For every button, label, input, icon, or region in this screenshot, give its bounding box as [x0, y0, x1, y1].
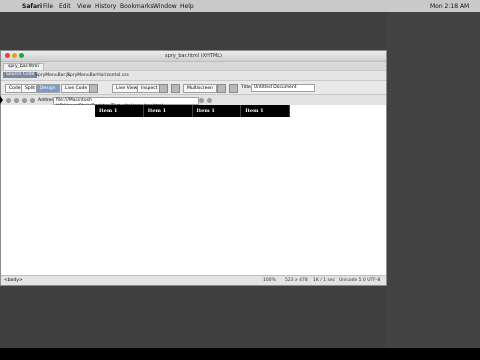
desktop-background	[386, 12, 480, 348]
document-tabs: spry_bar.html	[1, 61, 386, 70]
stop-icon[interactable]	[22, 98, 27, 103]
status-bar: <body> 100% 523 x 478 1K / 1 sec Unicode…	[1, 275, 386, 285]
encoding: Unicode 5.0 UTF-8	[339, 278, 381, 283]
home-icon[interactable]	[30, 98, 35, 103]
mac-menu-bar: Safari File Edit View History Bookmarks …	[0, 0, 480, 12]
clock: Mon 2:18 AM	[430, 3, 470, 10]
inspect-button[interactable]: Inspect	[137, 84, 162, 93]
related-files-bar: Source Code SpryMenuBar.js SpryMenuBarHo…	[1, 70, 386, 80]
spry-menu-bar[interactable]: Item 1 Item 1 Item 1 Item 1	[95, 105, 290, 117]
file-size: 1K / 1 sec	[313, 278, 336, 283]
check-page-icon[interactable]	[89, 84, 98, 93]
document-tab[interactable]: spry_bar.html	[3, 63, 44, 70]
related-file-js[interactable]: SpryMenuBar.js	[35, 73, 70, 78]
tag-selector[interactable]: <body>	[4, 278, 23, 283]
visual-aids-icon[interactable]	[229, 84, 238, 93]
window-title: spry_bar.html (XHTML)	[165, 53, 222, 59]
dreamweaver-window: spry_bar.html (XHTML) spry_bar.html Sour…	[0, 50, 387, 286]
mouse-pointer-icon	[0, 96, 3, 104]
menu-bar-item-4[interactable]: Item 1	[241, 105, 290, 117]
menu-help[interactable]: Help	[180, 3, 194, 10]
menu-history[interactable]: History	[95, 3, 116, 10]
forward-icon[interactable]	[14, 98, 19, 103]
back-icon[interactable]	[6, 98, 11, 103]
document-title-input[interactable]: Untitled Document	[251, 84, 315, 92]
menu-bar-item-1[interactable]: Item 1	[95, 105, 144, 117]
document-toolbar: Code Split Design Live Code Live View In…	[1, 80, 386, 94]
source-code-button[interactable]: Source Code	[3, 72, 38, 78]
menu-edit[interactable]: Edit	[59, 3, 71, 10]
design-view-canvas[interactable]: Item 1 Item 1 Item 1 Item 1	[1, 105, 386, 275]
design-view-button[interactable]: Design	[36, 84, 60, 93]
file-management-icon[interactable]	[171, 84, 180, 93]
refresh-design-icon[interactable]	[217, 84, 226, 93]
settings-icon[interactable]	[199, 98, 204, 103]
menu-file[interactable]: File	[43, 3, 53, 10]
live-code-button[interactable]: Live Code	[61, 84, 92, 93]
menu-view[interactable]: View	[77, 3, 91, 10]
zoom-level[interactable]: 100%	[263, 278, 276, 283]
browser-preview-icon[interactable]	[159, 84, 168, 93]
window-titlebar: spry_bar.html (XHTML)	[1, 51, 386, 61]
window-size[interactable]: 523 x 478	[285, 278, 308, 283]
menu-bar-item-2[interactable]: Item 1	[144, 105, 193, 117]
menu-safari[interactable]: Safari	[22, 3, 42, 10]
address-input[interactable]: file:///Macintosh HD/Users/Chris/Desktop…	[53, 97, 199, 109]
menu-bar-item-3[interactable]: Item 1	[193, 105, 242, 117]
options-icon[interactable]	[207, 98, 212, 103]
multiscreen-button[interactable]: Multiscreen	[183, 84, 217, 93]
related-file-css[interactable]: SpryMenuBarHorizontal.css	[67, 73, 129, 78]
menu-bookmarks[interactable]: Bookmarks	[120, 3, 154, 10]
menu-window[interactable]: Window	[153, 3, 177, 10]
